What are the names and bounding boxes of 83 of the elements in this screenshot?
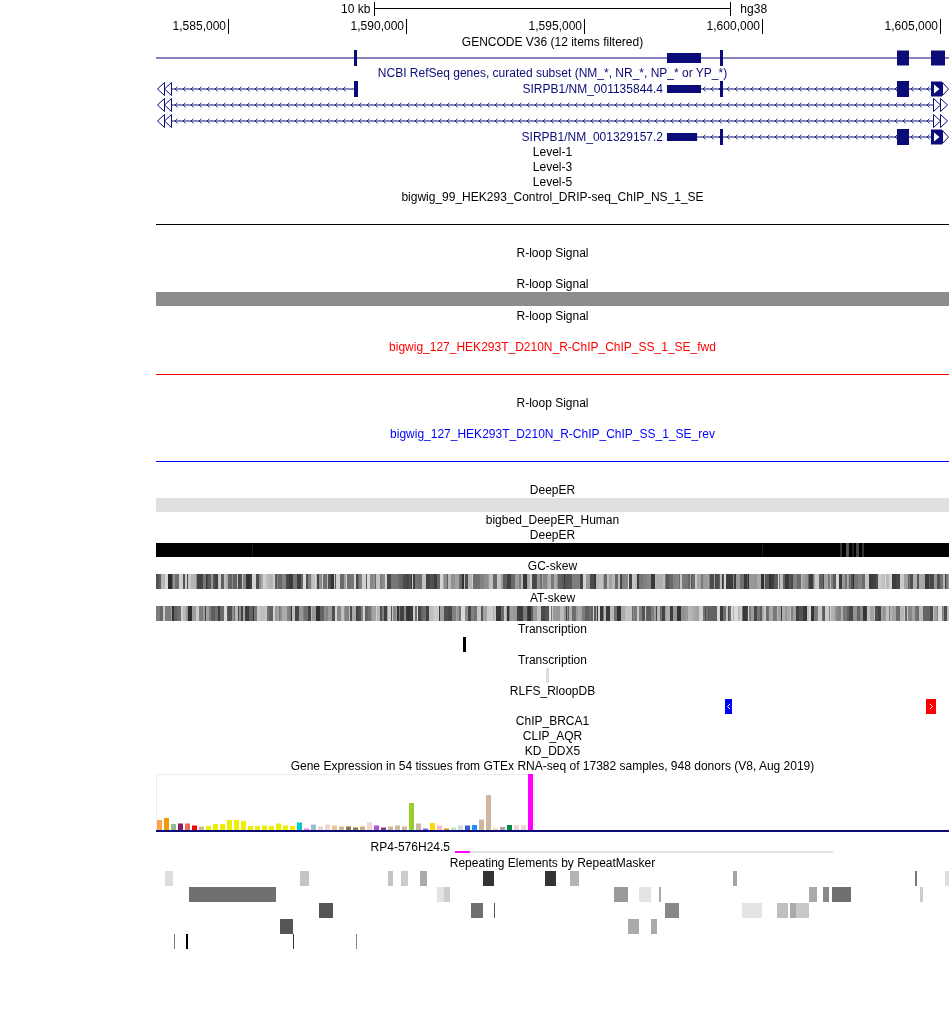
track-title: DeepER [529,528,576,543]
track-title: DeepER [529,483,576,498]
expression-bar [367,822,372,830]
signal-tick [546,668,549,683]
repeat-block [401,871,408,886]
repeat-block [165,871,173,886]
repeat-block [483,871,494,886]
track-title: Transcription [518,622,587,637]
position-label: 1,600,000 [706,19,760,33]
expression-bar [479,819,484,830]
repeat-block [471,903,483,918]
repeat-block [777,903,788,918]
gene-label: SIRPB1/NM_001329157.2 [521,130,663,144]
assembly-label: hg38 [740,1,768,16]
track-title: GENCODE V36 (12 items filtered) [461,35,644,50]
expression-bar [241,821,246,830]
gene-label: SIRPB1/NM_001135844.4 [522,82,663,96]
expression-bar [157,820,162,830]
expression-bar [409,803,414,830]
expression-bar [178,823,183,830]
position-label: 1,595,000 [528,19,582,33]
repeat-block [614,887,628,902]
track-title: R-loop Signal [516,246,589,261]
expression-bar [486,795,491,830]
expression-bar [164,818,169,830]
expression-bar [276,823,281,830]
repeat-block [545,871,556,886]
expression-bar [227,820,232,830]
expression-bar [234,820,239,830]
repeat-block [823,887,829,902]
expression-bar [297,822,302,830]
track-title: GC-skew [527,559,578,574]
expression-bar [220,824,225,830]
repeat-block [300,871,309,886]
right-chevron-icon [926,699,936,714]
track-title: CLIP_AQR [522,729,583,744]
track-title: Gene Expression in 54 tissues from GTEx RNA-seq of 17382 samples, 948 donors (V8, Aug 2019) [290,759,815,774]
expression-bar [416,823,421,830]
expression-bar [185,823,190,830]
signal-tick [463,637,466,652]
repeat-block [570,871,579,886]
track-title: KD_DDX5 [524,744,581,759]
track-title: Transcription [518,653,587,668]
expression-bar [171,824,176,830]
expression-bar [311,824,316,830]
position-label: 1,585,000 [172,19,226,33]
track-title: bigwig_99_HEK293_Control_DRIP-seq_ChIP_NS_1_SE [401,190,704,205]
left-chevron-icon [725,699,732,714]
track-title: bigbed_DeepER_Human [485,513,620,528]
expression-bar [500,827,505,830]
repeat-block [651,919,657,934]
track-title: R-loop Signal [516,277,589,292]
expression-bar [213,824,218,830]
track-title: Level-3 [532,160,573,175]
track-title: Level-1 [532,145,573,160]
repeat-block [420,871,427,886]
track-title: ChIP_BRCA1 [515,714,590,729]
track-title: NCBI RefSeq genes, curated subset (NM_*, NR_*, NP_* or YP_*) [377,66,728,81]
position-label: 1,605,000 [884,19,938,33]
position-label: 1,590,000 [350,19,404,33]
scale-label: 10 kb [341,1,371,16]
track-title: RLFS_RloopDB [509,684,596,699]
repeat-block [742,903,762,918]
repeat-block [832,887,851,902]
repeat-block [319,903,333,918]
repeat-block [388,871,393,886]
expression-bar [430,823,435,830]
repeat-block [920,887,923,902]
repeat-block [665,903,679,918]
expression-bar [325,824,330,830]
track-title: R-loop Signal [516,396,589,411]
track-title: R-loop Signal [516,309,589,324]
gene-label: RP4-576H24.5 [370,839,450,854]
track-title: Level-5 [532,175,573,190]
track-title: AT-skew [529,590,576,606]
expression-bar [528,774,533,830]
track-title: bigwig_127_HEK293T_D210N_R-ChIP_ChIP_SS_1_SE_fwd [389,340,716,355]
repeat-block [639,887,651,902]
repeat-block [733,871,737,886]
track-title: bigwig_127_HEK293T_D210N_R-ChIP_ChIP_SS_1_SE_rev [390,427,715,442]
repeat-block [945,871,949,886]
track-title: Repeating Elements by RepeatMasker [449,856,656,871]
repeat-block [628,919,639,934]
